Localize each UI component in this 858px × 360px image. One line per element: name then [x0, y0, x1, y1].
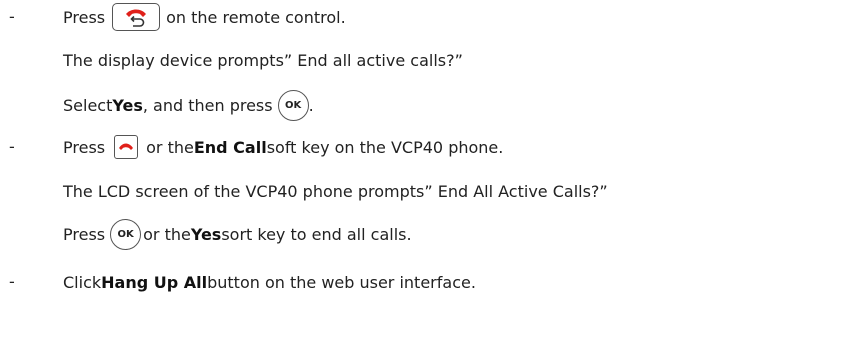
step1-press-text: Press — [63, 7, 106, 27]
step2-sort-key-text: sort key to end all calls. — [221, 224, 412, 244]
step3-click-text: Click — [63, 272, 102, 292]
step2-or-the2-text: or the — [143, 224, 191, 244]
step2-yes-bold: Yes — [190, 224, 222, 244]
step1-select-line: Select Yes , and then press OK . — [63, 89, 314, 121]
step1-select-text: Select — [63, 95, 113, 115]
step2-end-call-bold: End Call — [193, 137, 267, 157]
step3-rest-text: button on the web user interface. — [207, 272, 476, 292]
remote-hangup-key-icon — [112, 3, 161, 31]
step2-prompt-line: The LCD screen of the VCP40 phone prompt… — [63, 181, 608, 201]
bullet-dash: - — [9, 137, 15, 156]
step2-press-text: Press — [63, 137, 106, 157]
step2-soft-key-text: soft key on the VCP40 phone. — [266, 137, 504, 157]
step2-press-ok-line: Press OK or the Yes sort key to end all … — [63, 218, 412, 250]
step1-then-press-text: , and then press — [142, 95, 273, 115]
step2-press-line: Press or the End Call soft key on the VC… — [63, 132, 503, 162]
phone-hangup-key-icon — [114, 135, 139, 159]
step3-hang-up-all-bold: Hang Up All — [101, 272, 208, 292]
step1-after-icon-text: on the remote control. — [166, 7, 346, 27]
step2-press2-text: Press — [63, 224, 106, 244]
bullet-dash: - — [9, 7, 15, 26]
remote-ok-key-icon: OK — [277, 89, 309, 121]
step2-or-the-text: or the — [146, 137, 194, 157]
step1-prompt-line: The display device prompts” End all acti… — [63, 50, 463, 70]
bullet-dash: - — [9, 272, 15, 291]
step1-end-period: . — [308, 95, 314, 115]
step1-yes-bold: Yes — [112, 95, 143, 115]
step3-line: Click Hang Up All button on the web user… — [63, 267, 476, 297]
step1-press-line: Press on the remote control. — [63, 2, 346, 32]
remote-ok-key-icon: OK — [110, 218, 142, 250]
